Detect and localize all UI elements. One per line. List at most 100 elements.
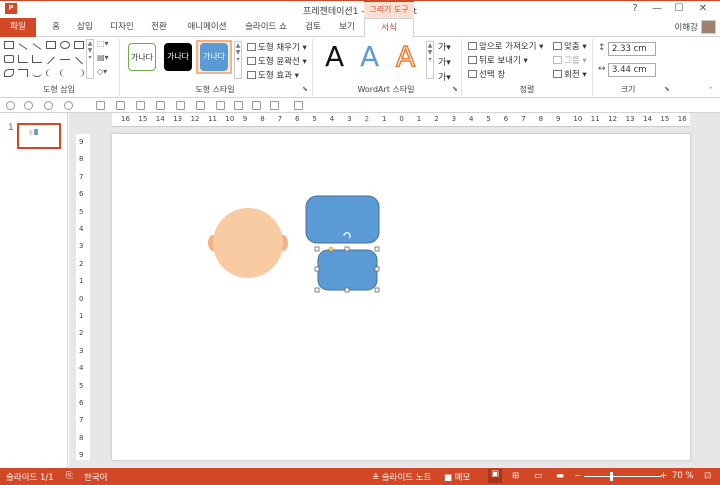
notes-button[interactable]: ≙ 슬라이드 노트 <box>372 471 431 483</box>
corner-icon[interactable] <box>18 69 28 77</box>
arc-icon[interactable] <box>32 69 42 77</box>
text-fill-icon[interactable]: 가▾ <box>438 40 451 53</box>
wordart-blue[interactable]: A <box>360 41 379 73</box>
tab-file[interactable]: 파일 <box>0 18 36 37</box>
user-name[interactable]: 이해강 <box>675 21 698 33</box>
wordart-orange-outline[interactable]: A <box>395 40 416 74</box>
rounded-rect-shape-icon[interactable] <box>4 55 14 63</box>
spell-check-icon[interactable]: ⎘ <box>66 471 73 481</box>
wordart-black[interactable]: A <box>325 41 344 73</box>
align-center-icon[interactable] <box>116 101 125 110</box>
dialog-launcher-icon[interactable]: ⬊ <box>302 85 308 93</box>
tab-slideshow[interactable]: 슬라이드 쇼 <box>240 18 292 37</box>
freeform-shape-icon[interactable] <box>75 56 83 65</box>
styles-more-button[interactable]: ▲ ▼ ▾ <box>234 41 242 79</box>
slideshow-icon[interactable]: ▬ <box>556 471 564 481</box>
more-icon[interactable] <box>294 101 303 110</box>
fit-slide-icon[interactable]: ⊡ <box>704 471 711 481</box>
line-shape-icon[interactable] <box>18 43 28 50</box>
collapse-ribbon-icon[interactable]: ⌃ <box>708 86 714 94</box>
elbow-connector-icon[interactable] <box>18 55 28 63</box>
align-right-icon[interactable] <box>136 101 145 110</box>
slide-thumbnail[interactable] <box>17 123 61 149</box>
align-middle-icon[interactable] <box>176 101 185 110</box>
text-effects-icon[interactable]: 가▾ <box>438 70 451 83</box>
wordart-more-button[interactable]: ▲ ▼ ▾ <box>426 41 434 79</box>
selection-pane-button[interactable]: 선택 창 <box>468 68 505 80</box>
align-button[interactable]: 맞춤 ▾ <box>553 40 587 52</box>
tab-review[interactable]: 검토 <box>300 18 326 37</box>
format-painter-icon[interactable] <box>252 101 261 110</box>
slide-sorter-icon[interactable]: ⊞ <box>512 471 519 481</box>
zoom-out-button[interactable]: − <box>574 471 581 481</box>
tab-insert[interactable]: 삽입 <box>72 18 98 37</box>
zoom-level[interactable]: 70 % <box>672 471 694 481</box>
comments-button[interactable]: ■ 메모 <box>444 471 470 483</box>
tab-animations[interactable]: 애니메이션 <box>182 18 232 37</box>
align-left-icon[interactable] <box>96 101 105 110</box>
group-button[interactable]: 그룹 ▾ <box>553 54 587 66</box>
dialog-launcher-icon[interactable]: ⬊ <box>452 85 458 93</box>
brace-icon[interactable] <box>46 69 56 77</box>
style-preset-outline[interactable]: 가나다 <box>128 43 156 71</box>
text-outline-icon[interactable]: 가▾ <box>438 55 451 68</box>
maximize-button[interactable]: ☐ <box>672 2 686 15</box>
language-status[interactable]: 한국어 <box>84 471 107 483</box>
zoom-in-button[interactable]: + <box>660 471 667 481</box>
style-preset-black[interactable]: 가나다 <box>164 43 192 71</box>
align-top-icon[interactable] <box>156 101 165 110</box>
tab-format[interactable]: 서식 <box>364 18 414 38</box>
zoom-slider-thumb[interactable] <box>610 472 613 481</box>
textbox-shape-icon[interactable] <box>4 41 14 49</box>
shape-icon[interactable] <box>44 101 53 110</box>
curve-shape-icon[interactable] <box>47 56 55 65</box>
adjust-handle[interactable] <box>328 246 334 252</box>
avatar[interactable] <box>701 20 716 34</box>
tab-design[interactable]: 디자인 <box>104 18 140 37</box>
shape-icon[interactable] <box>24 101 33 110</box>
height-field[interactable]: 2.33 cm <box>608 42 656 56</box>
bring-forward-button[interactable]: 앞으로 가져오기 ▾ <box>468 40 543 52</box>
upper-rounded-rectangle[interactable] <box>305 195 380 244</box>
reading-view-icon[interactable]: ▭ <box>534 471 542 481</box>
fill-color-icon[interactable] <box>270 101 279 110</box>
rectangle-shape-icon[interactable] <box>46 41 56 49</box>
text-box-icon[interactable]: ▤▾ <box>97 53 109 62</box>
curve-icon[interactable] <box>4 69 14 77</box>
zoom-slider-track[interactable] <box>584 476 662 477</box>
distribute-vertical-icon[interactable] <box>234 101 243 110</box>
selected-rounded-rectangle[interactable] <box>317 249 378 291</box>
shapes-more-button[interactable]: ▲ ▼ ▾ <box>86 39 94 79</box>
tab-home[interactable]: 홈 <box>44 18 68 37</box>
merge-shapes-icon[interactable]: ◇▾ <box>97 67 107 76</box>
close-button[interactable]: ✕ <box>696 2 710 15</box>
shape-fill-button[interactable]: 도형 채우기 ▾ <box>247 41 307 53</box>
triangle-shape-icon[interactable] <box>74 41 84 49</box>
arrow-shape-icon[interactable] <box>32 43 42 50</box>
rotate-button[interactable]: 회전 ▾ <box>553 68 587 80</box>
face-oval[interactable] <box>213 208 283 278</box>
shape-icon[interactable] <box>6 101 15 110</box>
double-arrow-icon[interactable] <box>60 59 70 60</box>
shape-effects-button[interactable]: 도형 효과 ▾ <box>247 69 299 81</box>
elbow-arrow-icon[interactable] <box>32 55 42 63</box>
distribute-icon[interactable] <box>216 101 225 110</box>
shape-outline-button[interactable]: 도형 윤곽선 ▾ <box>247 55 307 67</box>
align-bottom-icon[interactable] <box>196 101 205 110</box>
slide-canvas[interactable] <box>112 134 690 460</box>
normal-view-icon[interactable]: ▣ <box>488 469 502 483</box>
shape-icon[interactable] <box>64 101 73 110</box>
dialog-launcher-icon[interactable]: ⬊ <box>664 85 670 93</box>
width-field[interactable]: 3.44 cm <box>608 63 656 77</box>
tab-view[interactable]: 보기 <box>334 18 360 37</box>
edit-shape-icon[interactable]: ⬚▾ <box>97 39 109 48</box>
left-brace-icon[interactable] <box>60 69 70 77</box>
right-brace-icon[interactable] <box>74 69 84 77</box>
style-preset-blue[interactable]: 가나다 <box>200 43 228 71</box>
oval-shape-icon[interactable] <box>60 41 70 49</box>
help-button[interactable]: ? <box>628 2 642 15</box>
tab-transitions[interactable]: 전환 <box>146 18 172 37</box>
send-backward-button[interactable]: 뒤로 보내기 ▾ <box>468 54 528 66</box>
minimize-button[interactable]: — <box>650 2 664 15</box>
shapes-gallery[interactable] <box>4 39 88 81</box>
